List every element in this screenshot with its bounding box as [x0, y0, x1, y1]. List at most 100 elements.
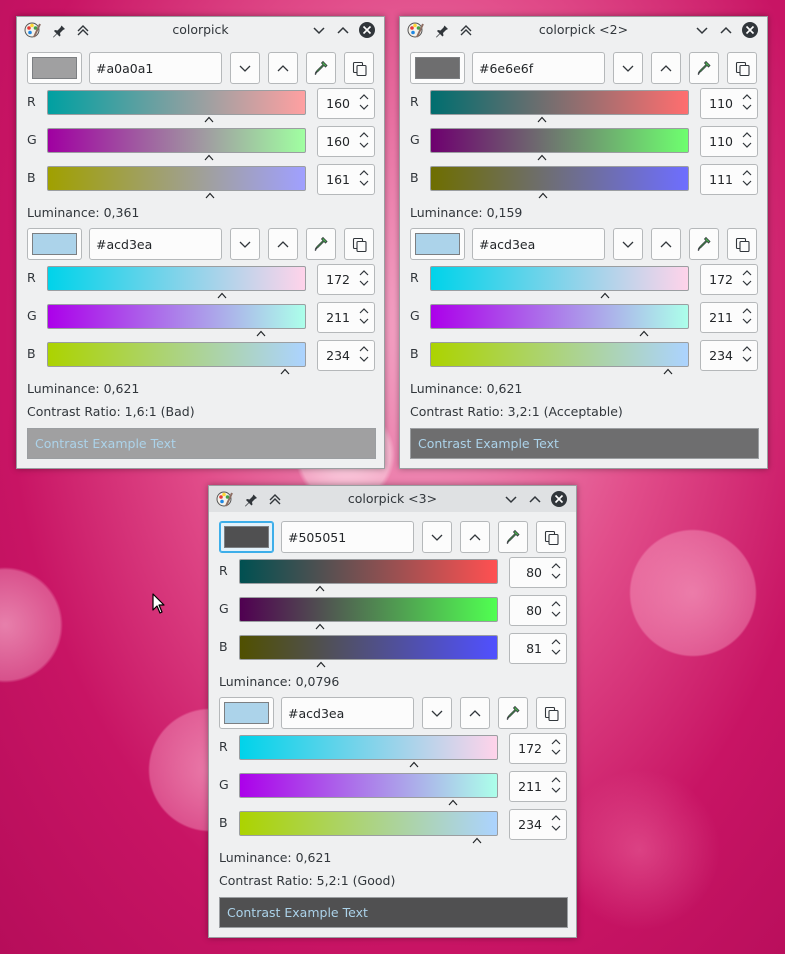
slider-handle-icon[interactable]	[537, 116, 547, 123]
channel-spinbox[interactable]: 80	[509, 557, 567, 588]
hex-input[interactable]: #505051	[281, 521, 414, 553]
close-button[interactable]	[741, 21, 759, 39]
slider-handle-icon[interactable]	[472, 837, 482, 844]
maximize-button[interactable]	[718, 22, 734, 38]
channel-spinbox[interactable]: 160	[317, 88, 375, 119]
minimize-button[interactable]	[694, 22, 710, 38]
channel-slider[interactable]	[47, 90, 306, 115]
minimize-button[interactable]	[311, 22, 327, 38]
channel-spinbox[interactable]: 172	[317, 264, 375, 295]
title-bar[interactable]: colorpick <3>	[209, 486, 576, 512]
colorpick-window[interactable]: colorpick <3> #505051 R 80 G 80 B 81 Luminance: …	[208, 485, 577, 938]
slider-handle-icon[interactable]	[204, 116, 214, 123]
colorpick-window[interactable]: colorpick <2> #6e6e6f R 110 G 110 B 111 Luminanc…	[399, 16, 768, 469]
darken-button[interactable]	[422, 521, 452, 553]
pick-color-button[interactable]	[498, 697, 528, 729]
hex-input[interactable]: #acd3ea	[89, 228, 222, 260]
slider-handle-icon[interactable]	[280, 368, 290, 375]
slider-handle-icon[interactable]	[663, 368, 673, 375]
channel-spinbox[interactable]: 172	[700, 264, 758, 295]
channel-slider[interactable]	[47, 342, 306, 367]
lighten-button[interactable]	[651, 52, 681, 84]
channel-spinbox[interactable]: 110	[700, 88, 758, 119]
channel-spinbox[interactable]: 110	[700, 126, 758, 157]
channel-slider[interactable]	[239, 559, 498, 584]
hex-input[interactable]: #acd3ea	[281, 697, 414, 729]
slider-handle-icon[interactable]	[409, 761, 419, 768]
slider-handle-icon[interactable]	[316, 661, 326, 668]
title-bar[interactable]: colorpick <2>	[400, 17, 767, 43]
copy-button[interactable]	[344, 228, 374, 260]
slider-handle-icon[interactable]	[600, 292, 610, 299]
lighten-button[interactable]	[268, 52, 298, 84]
darken-button[interactable]	[230, 52, 260, 84]
colorpick-window[interactable]: colorpick #a0a0a1 R 160 G 160 B 161 Luminance: 0…	[16, 16, 385, 469]
maximize-button[interactable]	[335, 22, 351, 38]
channel-spinbox[interactable]: 211	[700, 302, 758, 333]
foreground-color-button[interactable]	[27, 52, 82, 84]
channel-spinbox[interactable]: 81	[509, 633, 567, 664]
channel-spinbox[interactable]: 161	[317, 164, 375, 195]
channel-slider[interactable]	[239, 735, 498, 760]
close-button[interactable]	[358, 21, 376, 39]
channel-slider[interactable]	[430, 90, 689, 115]
slider-handle-icon[interactable]	[205, 192, 215, 199]
lighten-button[interactable]	[651, 228, 681, 260]
slider-handle-icon[interactable]	[448, 799, 458, 806]
slider-handle-icon[interactable]	[217, 292, 227, 299]
foreground-color-button[interactable]	[219, 521, 274, 553]
slider-handle-icon[interactable]	[256, 330, 266, 337]
channel-spinbox[interactable]: 211	[317, 302, 375, 333]
minimize-button[interactable]	[503, 491, 519, 507]
pick-color-button[interactable]	[306, 228, 336, 260]
pick-color-button[interactable]	[306, 52, 336, 84]
copy-button[interactable]	[536, 697, 566, 729]
pick-color-button[interactable]	[498, 521, 528, 553]
channel-slider[interactable]	[239, 811, 498, 836]
channel-spinbox[interactable]: 234	[700, 340, 758, 371]
pick-color-button[interactable]	[689, 228, 719, 260]
channel-spinbox[interactable]: 211	[509, 771, 567, 802]
copy-button[interactable]	[536, 521, 566, 553]
channel-slider[interactable]	[47, 128, 306, 153]
copy-button[interactable]	[727, 52, 757, 84]
slider-handle-icon[interactable]	[537, 154, 547, 161]
lighten-button[interactable]	[268, 228, 298, 260]
title-bar[interactable]: colorpick	[17, 17, 384, 43]
channel-spinbox[interactable]: 172	[509, 733, 567, 764]
channel-slider[interactable]	[47, 304, 306, 329]
hex-input[interactable]: #6e6e6f	[472, 52, 605, 84]
channel-spinbox[interactable]: 160	[317, 126, 375, 157]
channel-spinbox[interactable]: 234	[509, 809, 567, 840]
channel-slider[interactable]	[239, 597, 498, 622]
darken-button[interactable]	[613, 228, 643, 260]
slider-handle-icon[interactable]	[639, 330, 649, 337]
pick-color-button[interactable]	[689, 52, 719, 84]
darken-button[interactable]	[230, 228, 260, 260]
background-color-button[interactable]	[410, 228, 465, 260]
channel-slider[interactable]	[430, 304, 689, 329]
slider-handle-icon[interactable]	[315, 623, 325, 630]
hex-input[interactable]: #acd3ea	[472, 228, 605, 260]
channel-slider[interactable]	[239, 773, 498, 798]
channel-slider[interactable]	[47, 166, 306, 191]
channel-slider[interactable]	[430, 342, 689, 367]
copy-button[interactable]	[344, 52, 374, 84]
lighten-button[interactable]	[460, 697, 490, 729]
channel-slider[interactable]	[430, 266, 689, 291]
channel-spinbox[interactable]: 80	[509, 595, 567, 626]
channel-spinbox[interactable]: 111	[700, 164, 758, 195]
close-button[interactable]	[550, 490, 568, 508]
channel-slider[interactable]	[430, 128, 689, 153]
hex-input[interactable]: #a0a0a1	[89, 52, 222, 84]
slider-handle-icon[interactable]	[538, 192, 548, 199]
channel-slider[interactable]	[239, 635, 498, 660]
maximize-button[interactable]	[527, 491, 543, 507]
darken-button[interactable]	[422, 697, 452, 729]
copy-button[interactable]	[727, 228, 757, 260]
channel-slider[interactable]	[47, 266, 306, 291]
darken-button[interactable]	[613, 52, 643, 84]
channel-spinbox[interactable]: 234	[317, 340, 375, 371]
channel-slider[interactable]	[430, 166, 689, 191]
background-color-button[interactable]	[219, 697, 274, 729]
